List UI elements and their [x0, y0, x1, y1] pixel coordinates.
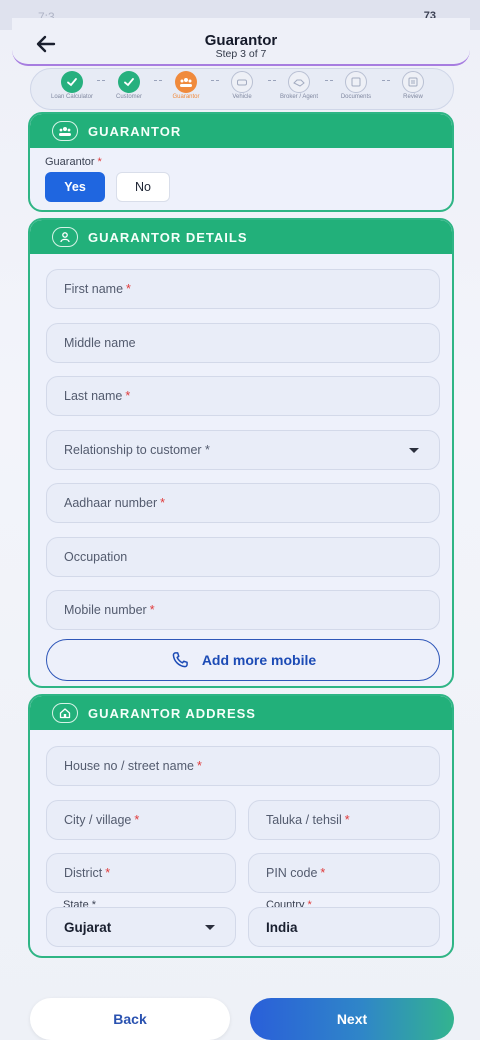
document-icon: [345, 71, 367, 93]
yes-button[interactable]: Yes: [45, 172, 105, 202]
step-label: Loan Calculator: [50, 94, 94, 100]
check-icon: [118, 71, 140, 93]
guarantor-details-card: GUARANTOR DETAILS First name * Middle nam…: [28, 218, 454, 688]
car-icon: [231, 71, 253, 93]
handshake-icon: [288, 71, 310, 93]
chevron-down-icon: [205, 925, 215, 930]
country-value: India: [266, 919, 298, 935]
step-broker-agent[interactable]: Broker / Agent: [273, 71, 325, 101]
page-title: Guarantor: [204, 32, 278, 49]
step-label: Customer: [115, 94, 142, 100]
step-guarantor[interactable]: Guarantor: [160, 71, 212, 101]
step-loan-calculator[interactable]: Loan Calculator: [46, 71, 98, 101]
last-name-field[interactable]: Last name *: [46, 376, 440, 416]
guarantor-card: GUARANTOR Guarantor * Yes No: [28, 112, 454, 212]
district-field[interactable]: District *: [46, 853, 236, 893]
step-label: Guarantor: [172, 94, 200, 100]
person-icon: [52, 227, 78, 247]
step-label: Review: [403, 94, 423, 100]
step-indicator: Step 3 of 7: [215, 48, 267, 60]
aadhaar-field[interactable]: Aadhaar number *: [46, 483, 440, 523]
check-icon: [61, 71, 83, 93]
relationship-select[interactable]: Relationship to customer *: [46, 430, 440, 470]
step-label: Broker / Agent: [279, 94, 319, 100]
people-icon: [52, 121, 78, 141]
guarantor-address-card: GUARANTOR ADDRESS House no / street name…: [28, 694, 454, 958]
add-mobile-label: Add more mobile: [201, 652, 317, 668]
home-icon: [52, 703, 78, 723]
add-mobile-button[interactable]: Add more mobile: [46, 639, 440, 681]
step-vehicle[interactable]: Vehicle: [216, 71, 268, 101]
occupation-field[interactable]: Occupation: [46, 537, 440, 577]
mobile-number-field[interactable]: Mobile number *: [46, 590, 440, 630]
people-icon: [175, 71, 197, 93]
next-button[interactable]: Next: [250, 998, 454, 1040]
step-label: Vehicle: [232, 94, 252, 100]
country-field[interactable]: India: [248, 907, 440, 947]
card-header: GUARANTOR ADDRESS: [30, 696, 452, 730]
back-button[interactable]: Back: [30, 998, 230, 1040]
card-title: GUARANTOR ADDRESS: [88, 705, 256, 721]
first-name-field[interactable]: First name *: [46, 269, 440, 309]
state-value: Gujarat: [64, 919, 112, 935]
app-header: Guarantor Step 3 of 7: [12, 18, 470, 66]
state-select[interactable]: Gujarat: [46, 907, 236, 947]
pin-code-field[interactable]: PIN code *: [248, 853, 440, 893]
guarantor-label: Guarantor *: [45, 156, 102, 168]
step-review[interactable]: Review: [387, 71, 439, 101]
card-title: GUARANTOR DETAILS: [88, 229, 248, 245]
city-village-field[interactable]: City / village *: [46, 800, 236, 840]
step-customer[interactable]: Customer: [103, 71, 155, 101]
card-header: GUARANTOR: [30, 114, 452, 148]
step-label: Documents: [340, 94, 372, 100]
house-street-field[interactable]: House no / street name *: [46, 746, 440, 786]
taluka-tehsil-field[interactable]: Taluka / tehsil *: [248, 800, 440, 840]
chevron-down-icon: [409, 448, 419, 453]
card-title: GUARANTOR: [88, 123, 182, 139]
phone-icon: [172, 652, 188, 668]
progress-stepper: Loan Calculator Customer Guarantor Vehic…: [30, 68, 454, 110]
no-button[interactable]: No: [116, 172, 170, 202]
middle-name-field[interactable]: Middle name: [46, 323, 440, 363]
card-header: GUARANTOR DETAILS: [30, 220, 452, 254]
step-documents[interactable]: Documents: [330, 71, 382, 101]
list-icon: [402, 71, 424, 93]
